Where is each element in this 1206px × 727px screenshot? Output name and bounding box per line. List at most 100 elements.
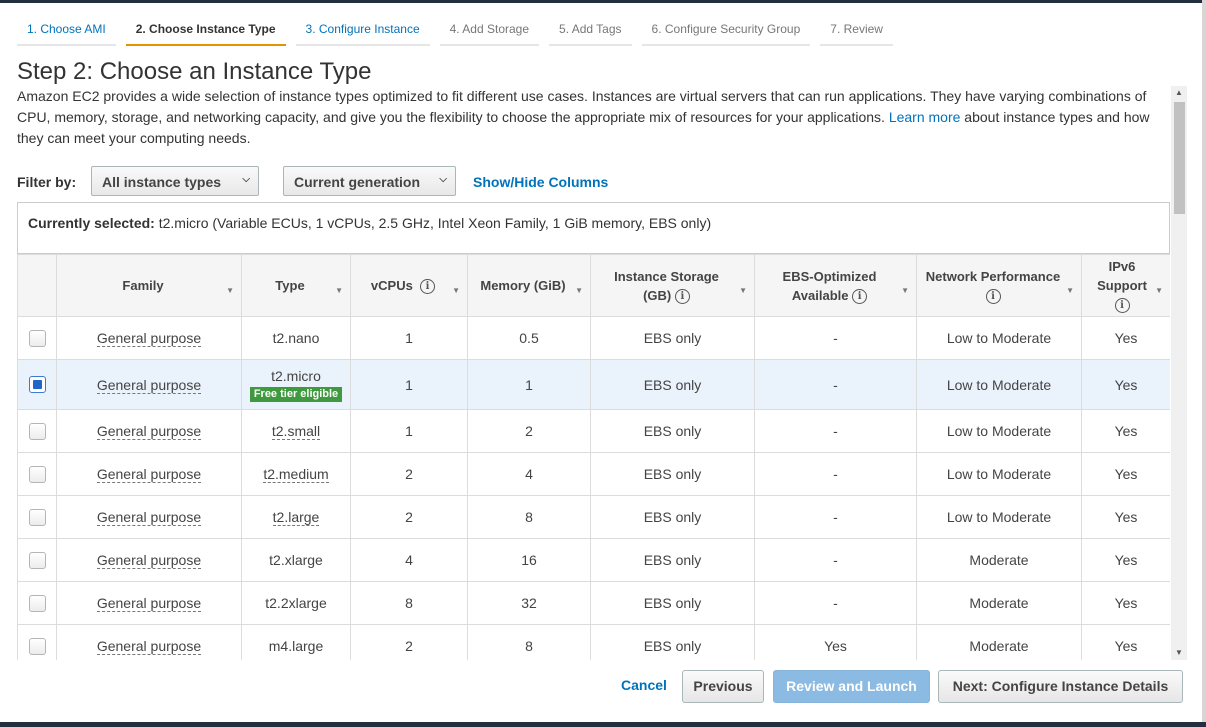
learn-more-link[interactable]: Learn more — [889, 109, 961, 125]
family-cell: General purpose — [56, 316, 242, 360]
network-cell: Low to Moderate — [916, 316, 1082, 360]
vcpus-cell: 2 — [350, 624, 468, 660]
sort-icon[interactable]: ▼ — [226, 281, 234, 300]
type-cell: t2.nano — [241, 316, 351, 360]
network-column-header[interactable]: Network Performance i ▼ — [916, 254, 1082, 317]
row-select-cell — [17, 495, 57, 539]
family-link[interactable]: General purpose — [96, 466, 202, 483]
row-checkbox[interactable] — [28, 594, 46, 612]
type-column-header[interactable]: Type ▼ — [241, 254, 351, 317]
table-row[interactable]: General purpose t2.2xlarge 8 32 EBS only… — [17, 581, 1170, 625]
sort-icon[interactable]: ▼ — [1066, 281, 1074, 300]
tab-choose-ami[interactable]: 1. Choose AMI — [17, 10, 116, 46]
vcpus-cell: 8 — [350, 581, 468, 625]
family-link[interactable]: General purpose — [96, 330, 202, 347]
family-link[interactable]: General purpose — [96, 423, 202, 440]
instance-types-select[interactable]: All instance types ⌵ — [91, 166, 259, 196]
scrollbar-thumb[interactable] — [1174, 102, 1185, 214]
scroll-down-arrow-icon[interactable]: ▼ — [1171, 646, 1187, 660]
table-row[interactable]: General purpose t2.nano 1 0.5 EBS only -… — [17, 316, 1170, 360]
memory-cell: 8 — [467, 624, 591, 660]
vcpus-cell: 2 — [350, 495, 468, 539]
tab-add-tags[interactable]: 5. Add Tags — [549, 10, 632, 46]
instance-type-table: Family ▼ Type ▼ vCPUs i ▼ Memory (GiB) ▼ Ins… — [17, 254, 1170, 660]
family-link[interactable]: General purpose — [96, 552, 202, 569]
storage-column-header[interactable]: Instance Storage (GB) i ▼ — [590, 254, 755, 317]
table-row[interactable]: General purpose t2.large 2 8 EBS only - … — [17, 495, 1170, 539]
info-icon[interactable]: i — [852, 288, 868, 304]
ebs-cell: - — [754, 452, 917, 496]
storage-cell: EBS only — [590, 452, 755, 496]
network-cell: Moderate — [916, 624, 1082, 660]
tab-choose-instance-type[interactable]: 2. Choose Instance Type — [125, 10, 286, 46]
chevron-down-icon: ⌵ — [439, 174, 447, 185]
currently-selected-label: Currently selected: — [28, 215, 155, 231]
sort-icon[interactable]: ▼ — [335, 281, 343, 300]
instance-types-value: All instance types — [102, 174, 222, 190]
sort-icon[interactable]: ▼ — [1155, 281, 1163, 300]
vcpus-column-header[interactable]: vCPUs i ▼ — [350, 254, 468, 317]
storage-cell: EBS only — [590, 316, 755, 360]
ipv6-cell: Yes — [1081, 581, 1170, 625]
vertical-scrollbar[interactable]: ▲ ▼ — [1171, 86, 1187, 660]
table-row-selected[interactable]: General purpose t2.micro Free tier eligi… — [17, 359, 1170, 410]
storage-cell: EBS only — [590, 359, 755, 410]
table-row[interactable]: General purpose m4.large 2 8 EBS only Ye… — [17, 624, 1170, 660]
show-hide-columns-link[interactable]: Show/Hide Columns — [473, 174, 608, 190]
row-checkbox[interactable] — [28, 329, 46, 347]
memory-column-header[interactable]: Memory (GiB) ▼ — [467, 254, 591, 317]
previous-button[interactable]: Previous — [682, 670, 764, 703]
sort-icon[interactable]: ▼ — [739, 281, 747, 300]
cancel-button[interactable]: Cancel — [612, 670, 676, 703]
row-checkbox[interactable] — [28, 637, 46, 655]
tab-review[interactable]: 7. Review — [820, 10, 893, 46]
row-checkbox-checked[interactable] — [28, 376, 46, 394]
family-link[interactable]: General purpose — [96, 509, 202, 526]
type-link[interactable]: t2.medium — [263, 466, 329, 483]
wizard-steps: 1. Choose AMI 2. Choose Instance Type 3.… — [17, 10, 903, 46]
row-select-cell — [17, 452, 57, 496]
family-cell: General purpose — [56, 624, 242, 660]
family-link[interactable]: General purpose — [96, 376, 202, 394]
type-link[interactable]: t2.large — [272, 509, 320, 526]
sort-icon[interactable]: ▼ — [452, 281, 460, 300]
row-checkbox[interactable] — [28, 422, 46, 440]
next-configure-instance-details-button[interactable]: Next: Configure Instance Details — [938, 670, 1183, 703]
review-and-launch-button[interactable]: Review and Launch — [773, 670, 930, 703]
info-icon[interactable]: i — [985, 288, 1001, 304]
info-icon[interactable]: i — [674, 288, 690, 304]
ipv6-header-label: IPv6 Support — [1097, 259, 1147, 293]
tab-add-storage[interactable]: 4. Add Storage — [439, 10, 540, 46]
scroll-up-arrow-icon[interactable]: ▲ — [1171, 86, 1187, 100]
generation-select[interactable]: Current generation ⌵ — [283, 166, 456, 196]
row-select-cell — [17, 538, 57, 582]
intro-text: Amazon EC2 provides a wide selection of … — [17, 86, 1170, 149]
tab-configure-instance[interactable]: 3. Configure Instance — [295, 10, 430, 46]
ebs-cell: - — [754, 316, 917, 360]
type-label: t2.micro — [271, 367, 321, 384]
type-cell: t2.2xlarge — [241, 581, 351, 625]
sort-icon[interactable]: ▼ — [575, 281, 583, 300]
family-link[interactable]: General purpose — [96, 595, 202, 612]
tab-configure-security-group[interactable]: 6. Configure Security Group — [641, 10, 811, 46]
type-link[interactable]: t2.small — [271, 423, 321, 440]
row-checkbox[interactable] — [28, 508, 46, 526]
info-icon[interactable]: i — [1114, 298, 1130, 314]
table-row[interactable]: General purpose t2.small 1 2 EBS only - … — [17, 409, 1170, 453]
currently-selected-value: t2.micro (Variable ECUs, 1 vCPUs, 2.5 GH… — [158, 215, 712, 231]
row-checkbox[interactable] — [28, 551, 46, 569]
row-checkbox[interactable] — [28, 465, 46, 483]
family-link[interactable]: General purpose — [96, 638, 202, 655]
sort-icon[interactable]: ▼ — [901, 281, 909, 300]
ipv6-cell: Yes — [1081, 538, 1170, 582]
info-icon[interactable]: i — [420, 279, 436, 295]
family-column-header[interactable]: Family ▼ — [56, 254, 242, 317]
ipv6-column-header[interactable]: IPv6 Support i ▼ — [1081, 254, 1170, 317]
main-content[interactable]: Amazon EC2 provides a wide selection of … — [17, 86, 1170, 660]
family-cell: General purpose — [56, 452, 242, 496]
table-row[interactable]: General purpose t2.xlarge 4 16 EBS only … — [17, 538, 1170, 582]
ebs-column-header[interactable]: EBS-Optimized Available i ▼ — [754, 254, 917, 317]
row-select-cell — [17, 409, 57, 453]
network-cell: Moderate — [916, 581, 1082, 625]
table-row[interactable]: General purpose t2.medium 2 4 EBS only -… — [17, 452, 1170, 496]
